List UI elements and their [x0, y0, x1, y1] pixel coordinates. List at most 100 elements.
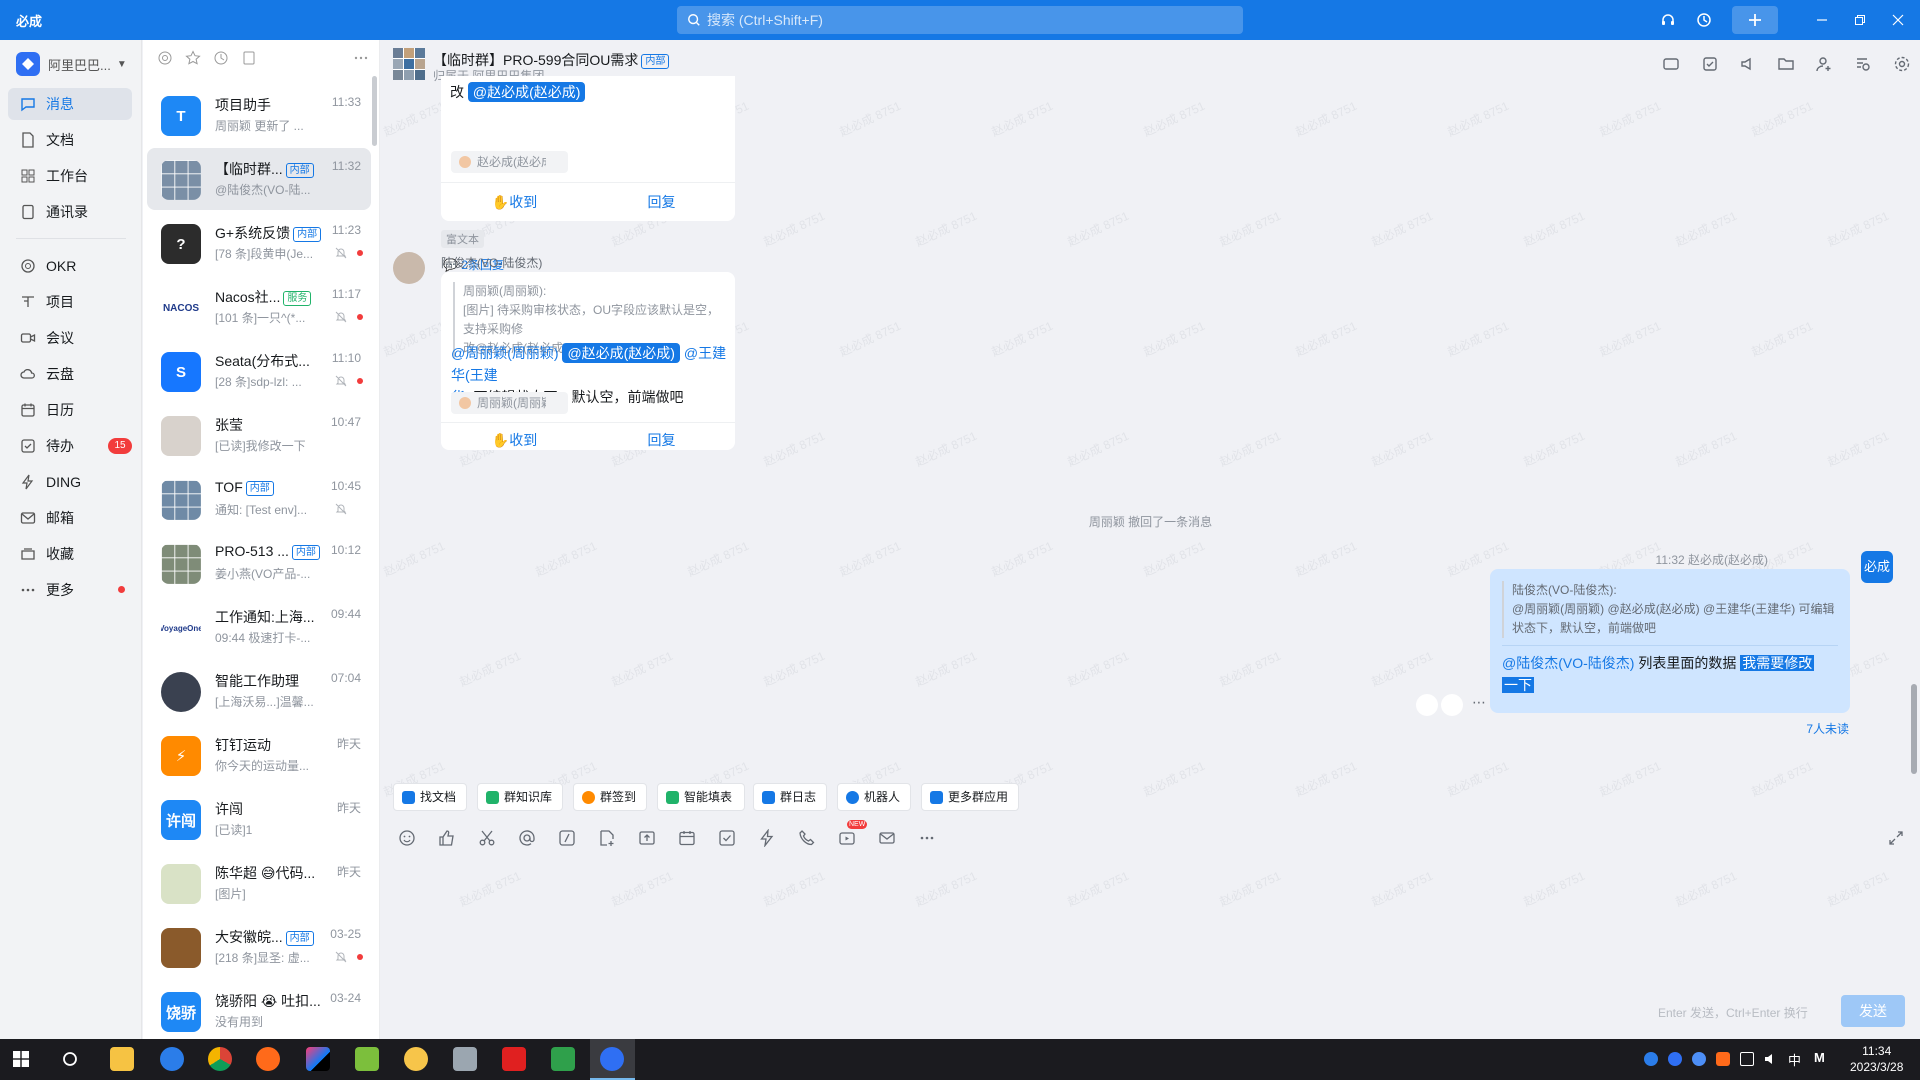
- conversation-item[interactable]: PRO-513 ... 内部 10:12 姜小燕(VO产品-...: [147, 532, 371, 594]
- phone-call-icon[interactable]: [798, 829, 816, 847]
- conversation-item[interactable]: 智能工作助理 07:04 [上海沃易...]温馨...: [147, 660, 371, 722]
- nav-item-projects[interactable]: 项目: [8, 286, 132, 318]
- slash-command-icon[interactable]: [558, 829, 576, 847]
- todo-check-icon[interactable]: [718, 829, 736, 847]
- app-knowledge-base[interactable]: 群知识库: [477, 783, 563, 811]
- ime-mode-icon[interactable]: M: [1814, 1050, 1825, 1065]
- mention-chip[interactable]: @赵必成(赵必成): [562, 343, 680, 363]
- ack-button[interactable]: ✋收到: [441, 430, 588, 450]
- app-robot[interactable]: 机器人: [837, 783, 911, 811]
- app-check-in[interactable]: 群签到: [573, 783, 647, 811]
- upload-folder-icon[interactable]: [638, 829, 656, 847]
- add-reaction-icon[interactable]: [546, 151, 568, 173]
- nav-item-cloud-drive[interactable]: 云盘: [8, 358, 132, 390]
- headset-icon[interactable]: [1658, 10, 1678, 30]
- restore-button[interactable]: [1850, 10, 1870, 30]
- more-options-icon[interactable]: [353, 50, 369, 66]
- nav-item-messages[interactable]: 消息: [8, 88, 132, 120]
- add-reaction-icon[interactable]: [1416, 694, 1438, 716]
- conversation-item[interactable]: VoyageOne 工作通知:上海... 09:44 09:44 极速打卡-...: [147, 596, 371, 658]
- unread-count-link[interactable]: 7人未读: [1761, 720, 1849, 737]
- emoji-icon[interactable]: [398, 829, 416, 847]
- ding-lightning-icon[interactable]: [758, 829, 776, 847]
- tray-network-app-icon[interactable]: [1644, 1052, 1658, 1066]
- app-smart-form[interactable]: 智能填表: [657, 783, 745, 811]
- add-member-icon[interactable]: [1815, 55, 1833, 73]
- nav-item-meetings[interactable]: 会议: [8, 322, 132, 354]
- nav-item-workbench[interactable]: 工作台: [8, 160, 132, 192]
- conversation-item[interactable]: NACOS Nacos社... 服务 11:17 [101 条]一只^(*...: [147, 276, 371, 338]
- mention-link[interactable]: @陆俊杰(VO-陆俊杰): [1502, 655, 1634, 671]
- global-search-input[interactable]: 搜索 (Ctrl+Shift+F): [677, 6, 1243, 34]
- nav-item-ding[interactable]: DING: [8, 466, 132, 498]
- conversation-scrollbar[interactable]: [372, 76, 377, 146]
- tray-dingtalk-icon[interactable]: [1668, 1052, 1682, 1066]
- meeting-icon[interactable]: [1662, 55, 1680, 73]
- conversation-item[interactable]: 饶骄 饶骄阳 😭 吐扣... 03-24 没有用到: [147, 980, 371, 1039]
- expand-editor-icon[interactable]: [1888, 830, 1904, 846]
- todo-icon[interactable]: [1701, 55, 1719, 73]
- ime-indicator[interactable]: 中: [1788, 1050, 1801, 1069]
- firefox-icon[interactable]: [256, 1047, 280, 1071]
- settings-gear-icon[interactable]: [1893, 55, 1911, 73]
- conversation-item[interactable]: 【临时群... 内部 11:32 @陆俊杰(VO-陆...: [147, 148, 371, 210]
- comment-icon[interactable]: [1441, 694, 1463, 716]
- thumbs-up-icon[interactable]: [438, 829, 456, 847]
- file-add-icon[interactable]: [598, 829, 616, 847]
- nav-item-calendar[interactable]: 日历: [8, 394, 132, 426]
- org-switcher[interactable]: 阿里巴巴... ▼: [16, 52, 127, 76]
- search-history-icon[interactable]: [1854, 55, 1872, 73]
- more-options-icon[interactable]: ⋯: [1468, 694, 1490, 716]
- volume-icon[interactable]: [1764, 1052, 1778, 1066]
- conversation-item[interactable]: ? G+系统反馈 内部 11:23 [78 条]段黄申(Je...: [147, 212, 371, 274]
- mention-chip[interactable]: @赵必成(赵必成): [467, 82, 586, 102]
- create-plus-button[interactable]: [1732, 6, 1778, 34]
- file-explorer-icon[interactable]: [110, 1047, 134, 1071]
- network-icon[interactable]: [1740, 1052, 1754, 1066]
- close-button[interactable]: [1888, 10, 1908, 30]
- mention-filter-icon[interactable]: [157, 50, 173, 66]
- system-tool-icon[interactable]: [453, 1047, 477, 1071]
- star-filter-icon[interactable]: [185, 50, 201, 66]
- ack-button[interactable]: ✋收到: [441, 192, 588, 212]
- active-app-tab[interactable]: [590, 1039, 635, 1080]
- intellij-icon[interactable]: [306, 1047, 330, 1071]
- nav-item-contacts[interactable]: 通讯录: [8, 196, 132, 228]
- nav-item-docs[interactable]: 文档: [8, 124, 132, 156]
- send-button[interactable]: 发送: [1841, 995, 1905, 1027]
- reply-button[interactable]: 回复: [588, 430, 735, 450]
- mail-icon[interactable]: [878, 829, 896, 847]
- history-icon[interactable]: [1694, 10, 1714, 30]
- message-input[interactable]: [393, 850, 1893, 990]
- quoted-message[interactable]: 陆俊杰(VO-陆俊杰): @周丽颖(周丽颖) @赵必成(赵必成) @王建华(王建…: [1502, 581, 1838, 638]
- mention-link[interactable]: @周丽颖(周丽颖): [451, 345, 559, 361]
- conversation-item[interactable]: ⚡ 钉钉运动 昨天 你今天的运动量...: [147, 724, 371, 786]
- app-group-log[interactable]: 群日志: [753, 783, 827, 811]
- my-avatar[interactable]: 必成: [1861, 551, 1893, 583]
- nav-item-okr[interactable]: OKR: [8, 250, 132, 282]
- screenshot-scissors-icon[interactable]: [478, 829, 496, 847]
- conversation-item[interactable]: 大安徽皖... 内部 03-25 [218 条]显圣: 虚...: [147, 916, 371, 978]
- app-find-docs[interactable]: 找文档: [393, 783, 467, 811]
- more-tools-icon[interactable]: [918, 829, 936, 847]
- conversation-item[interactable]: S Seata(分布式... 11:10 [28 条]sdp-lzl: ...: [147, 340, 371, 402]
- folder-icon[interactable]: [1777, 55, 1795, 73]
- conversation-item[interactable]: TOF 内部 10:45 通知: [Test env]...: [147, 468, 371, 530]
- notepad-icon[interactable]: [355, 1047, 379, 1071]
- app-more-apps[interactable]: 更多群应用: [921, 783, 1019, 811]
- tray-security-icon[interactable]: [1716, 1052, 1730, 1066]
- nav-item-mail[interactable]: 邮箱: [8, 502, 132, 534]
- reply-button[interactable]: 回复: [588, 192, 735, 212]
- system-clock[interactable]: 11:34 2023/3/28: [1850, 1043, 1903, 1075]
- sender-avatar[interactable]: [393, 252, 425, 284]
- nav-item-favorites[interactable]: 收藏: [8, 538, 132, 570]
- add-reaction-icon[interactable]: [546, 392, 568, 414]
- nav-item-more[interactable]: 更多: [8, 574, 132, 606]
- recent-filter-icon[interactable]: [213, 50, 229, 66]
- unread-filter-icon[interactable]: [241, 50, 257, 66]
- chrome-icon[interactable]: [208, 1047, 232, 1071]
- windows-start-icon[interactable]: [13, 1051, 29, 1067]
- app-network-icon[interactable]: [160, 1047, 184, 1071]
- wps-icon[interactable]: [502, 1047, 526, 1071]
- tray-app-icon[interactable]: [1692, 1052, 1706, 1066]
